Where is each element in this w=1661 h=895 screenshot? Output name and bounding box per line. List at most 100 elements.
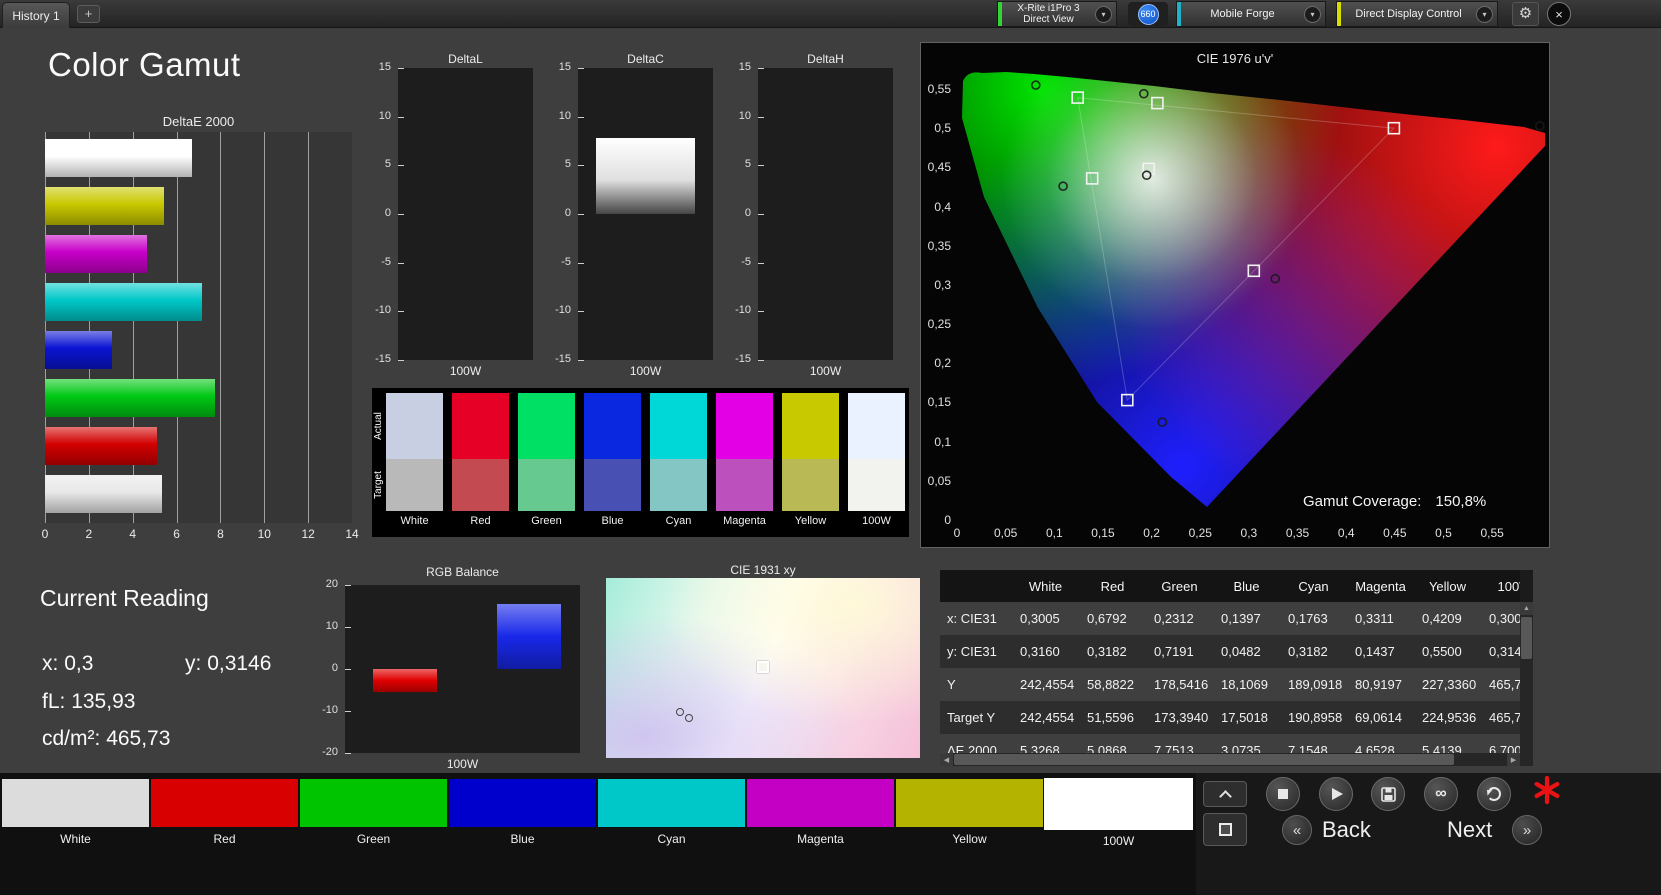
chevron-down-icon[interactable]: ▾: [1304, 5, 1321, 23]
layout-square-button[interactable]: [1203, 813, 1247, 846]
axis-tick-label: -10: [735, 304, 751, 317]
tick-mark: [578, 360, 584, 361]
axis-tick-label: 0,55: [1480, 526, 1504, 540]
meter-label: X-Rite i1Pro 3 Direct View: [1017, 2, 1080, 26]
axis-tick-label: -10: [375, 304, 391, 317]
deltae-bar-green: [45, 379, 215, 417]
next-chevron-button[interactable]: »: [1512, 815, 1542, 845]
tick-mark: [345, 753, 351, 754]
target-point-square: [757, 660, 769, 673]
settings-gear-button[interactable]: ⚙: [1512, 2, 1539, 26]
chevron-down-icon[interactable]: ▾: [1476, 5, 1493, 23]
gridline: [308, 132, 310, 523]
table-horizontal-scrollbar[interactable]: ◀ ▶: [940, 753, 1520, 766]
table-cell: 5,4139: [1422, 743, 1462, 753]
test-patch-magenta[interactable]: Magenta: [747, 779, 894, 846]
y-axis-labels: 20 10 0 -10 -20: [318, 578, 341, 758]
tick-mark: [758, 311, 764, 313]
axis-tick-label: -20: [322, 746, 338, 758]
row-label: Y: [947, 677, 956, 692]
test-patch-white[interactable]: White: [2, 779, 149, 846]
tab-history-1[interactable]: History 1: [2, 2, 70, 28]
add-tab-button[interactable]: +: [77, 5, 100, 23]
swatch-target-blue: [584, 459, 641, 511]
deltac-bar-100w: [596, 138, 695, 214]
table-cell: 18,1069: [1221, 677, 1268, 692]
patch-color: [598, 779, 745, 827]
deltae2000-chart: DeltaE 2000 0 2 4 6 8 10 12 14: [42, 112, 359, 548]
square-icon: [1218, 823, 1232, 836]
patch-label: Magenta: [797, 832, 844, 846]
scrollbar-thumb[interactable]: [1521, 617, 1532, 659]
test-patch-red[interactable]: Red: [151, 779, 298, 846]
axis-tick-label: 0: [564, 207, 571, 219]
axis-tick-label: 8: [217, 527, 224, 541]
current-reading-title: Current Reading: [40, 585, 209, 611]
meter-selector[interactable]: X-Rite i1Pro 3 Direct View ▾: [997, 1, 1117, 27]
back-chevron-button[interactable]: «: [1282, 815, 1312, 845]
chevron-up-icon: [1218, 789, 1232, 803]
scroll-up-button[interactable]: ▲: [1520, 602, 1533, 615]
table-cell: 0,3000: [1489, 611, 1520, 626]
test-patch-100w[interactable]: 100W: [1045, 779, 1192, 848]
table-cell: 242,4554: [1020, 677, 1075, 692]
column-header-100w: 100W: [1497, 578, 1520, 594]
deltae-bar-magenta: [45, 235, 147, 273]
save-icon: [1380, 786, 1396, 802]
scroll-right-button[interactable]: ▶: [1507, 753, 1520, 766]
tick-mark: [398, 116, 404, 118]
table-cell: 242,4554: [1020, 710, 1075, 725]
continuous-loop-button[interactable]: ∞: [1424, 777, 1458, 811]
current-reading-panel: Current Reading x: 0,3 y: 0,3146 fL: 135…: [40, 585, 340, 765]
next-button[interactable]: Next: [1447, 817, 1492, 843]
save-button[interactable]: [1371, 777, 1405, 811]
deltae-bar-100w: [45, 139, 192, 177]
session-controls: ∞ « Back Next »: [1196, 773, 1661, 895]
reading-fl: fL: 135,93: [42, 690, 136, 713]
stop-button[interactable]: [1266, 777, 1300, 811]
rgb-bar-red: [373, 669, 437, 693]
test-patch-green[interactable]: Green: [300, 779, 447, 846]
table-cell: 0,3182: [1087, 644, 1127, 659]
column-header-yellow: Yellow: [1428, 578, 1467, 594]
patch-label: Red: [213, 832, 236, 846]
column-header-green: Green: [1161, 578, 1198, 594]
tab-label: History 1: [12, 8, 60, 23]
test-patch-blue[interactable]: Blue: [449, 779, 596, 846]
tick-mark: [398, 360, 404, 361]
display-control-selector[interactable]: Direct Display Control ▾: [1336, 1, 1498, 27]
table-row: ΔE 2000 5,3268 5,0868 7,7513 3,0735 7,1548 4,6…: [940, 734, 1520, 753]
test-patch-row: White Red Green Blue Cyan Magenta Yellow 100W: [0, 773, 1196, 895]
close-button[interactable]: ×: [1547, 2, 1571, 26]
deltae-bar-cyan: [45, 283, 202, 321]
stop-icon: [1278, 789, 1288, 799]
axis-tick-label: -5: [381, 255, 391, 268]
test-patch-cyan[interactable]: Cyan: [598, 779, 745, 846]
table-vertical-scrollbar[interactable]: ▲ ▼: [1520, 602, 1533, 766]
patch-label: Green: [356, 832, 391, 846]
top-bar: History 1 + X-Rite i1Pro 3 Direct View ▾ …: [0, 0, 1661, 28]
column-header-red: Red: [1100, 578, 1125, 594]
refresh-button[interactable]: [1477, 777, 1511, 811]
collapse-panel-button[interactable]: [1203, 781, 1247, 807]
patch-color: [151, 779, 298, 827]
axis-tick-label: 10: [325, 620, 338, 632]
axis-tick-label: -15: [555, 353, 571, 365]
y-axis-labels: 15 10 5 0 -5 -10 -15: [370, 61, 394, 365]
back-button[interactable]: Back: [1322, 817, 1371, 843]
axis-tick-label: 4: [129, 527, 137, 541]
table-row: x: CIE31 0,3005 0,6792 0,2312 0,1397 0,1763 0,…: [940, 602, 1520, 635]
table-cell: 178,5416: [1154, 677, 1209, 692]
test-patch-yellow[interactable]: Yellow: [896, 779, 1043, 846]
patch-label: Blue: [510, 832, 535, 846]
scrollbar-thumb[interactable]: [954, 754, 1454, 765]
deltae-bar-yellow: [45, 187, 164, 225]
deltae-bar-blue: [45, 331, 113, 369]
chevron-down-icon[interactable]: ▾: [1095, 5, 1112, 23]
play-button[interactable]: [1319, 777, 1353, 811]
axis-tick-label: 0: [953, 526, 961, 540]
deltah-plot: [758, 68, 893, 361]
source-selector[interactable]: Mobile Forge ▾: [1176, 1, 1326, 27]
swatch-column-magenta: Magenta: [716, 393, 773, 527]
scroll-left-button[interactable]: ◀: [940, 753, 953, 766]
